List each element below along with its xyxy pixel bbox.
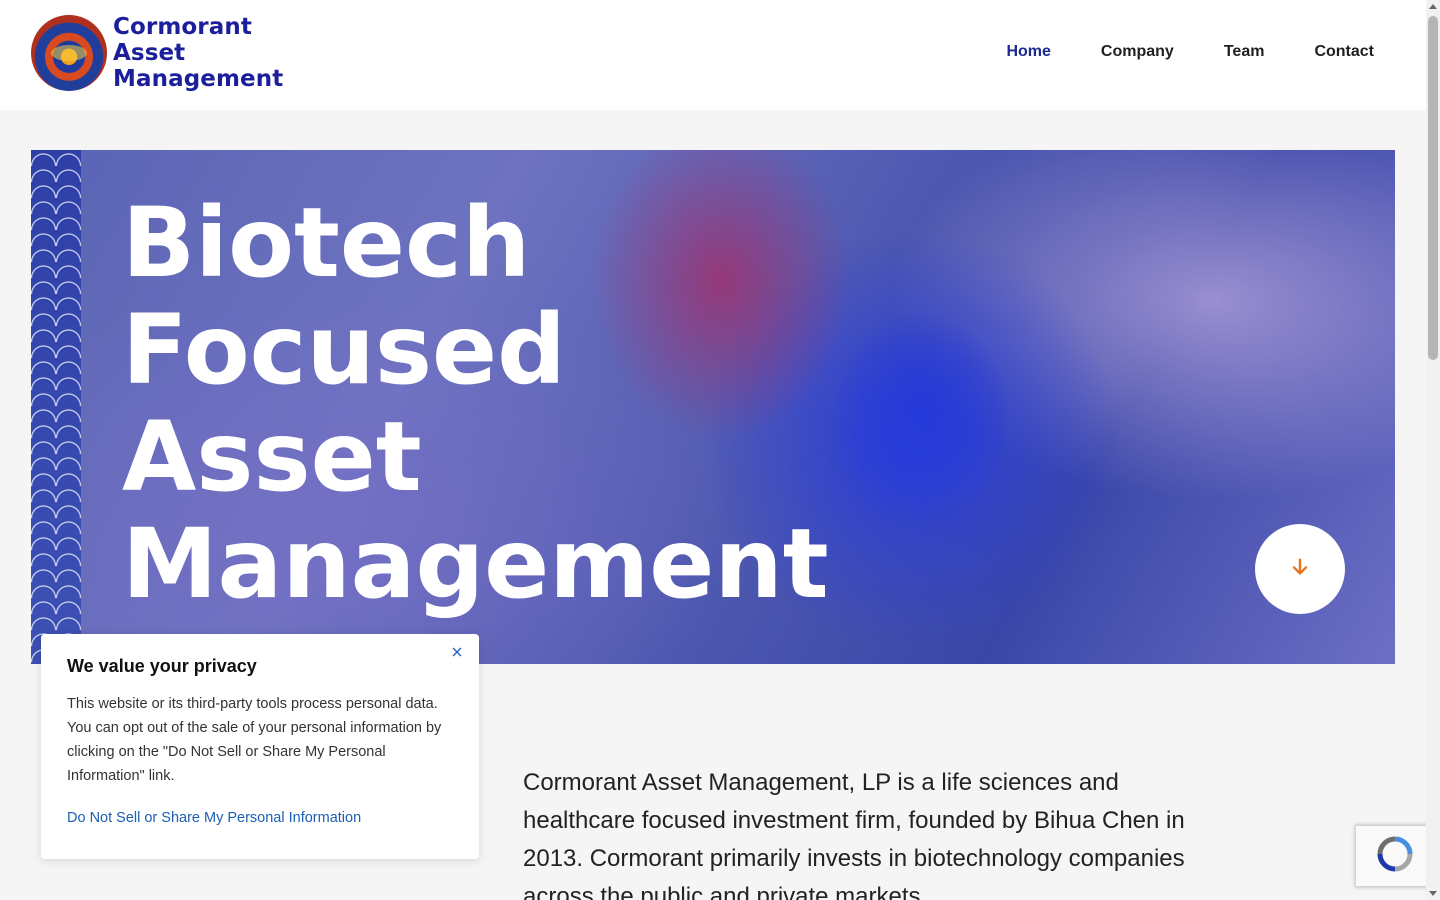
main-nav: Home Company Team Contact bbox=[1006, 43, 1374, 61]
arrow-down-icon bbox=[1289, 556, 1311, 582]
page-scrollbar[interactable] bbox=[1426, 0, 1440, 900]
do-not-sell-link[interactable]: Do Not Sell or Share My Personal Informa… bbox=[67, 810, 361, 826]
privacy-title: We value your privacy bbox=[67, 656, 257, 676]
intro-paragraph: Cormorant Asset Management, LP is a life… bbox=[523, 769, 1185, 900]
hero-title: Biotech Focused Asset Management bbox=[122, 190, 829, 618]
nav-item-company[interactable]: Company bbox=[1101, 43, 1174, 61]
nav-item-home[interactable]: Home bbox=[1006, 43, 1050, 61]
recaptcha-badge[interactable] bbox=[1355, 825, 1435, 887]
close-icon[interactable] bbox=[449, 644, 465, 660]
brand-line-1: Cormorant bbox=[113, 14, 252, 40]
hero-title-line-4: Management bbox=[122, 508, 829, 620]
nav-item-team[interactable]: Team bbox=[1224, 43, 1265, 61]
hero-banner: Biotech Focused Asset Management bbox=[31, 150, 1395, 664]
privacy-body: This website or its third-party tools pr… bbox=[67, 696, 442, 784]
privacy-popup: We value your privacy This website or it… bbox=[41, 634, 479, 859]
brand-line-2: Asset bbox=[113, 40, 186, 66]
hero-title-line-2: Focused bbox=[122, 294, 566, 406]
brand-name[interactable]: Cormorant Asset Management bbox=[113, 14, 283, 92]
scrollbar-thumb[interactable] bbox=[1428, 16, 1438, 360]
hero-title-line-3: Asset bbox=[122, 401, 422, 513]
scroll-down-arrow-icon[interactable] bbox=[1429, 891, 1437, 896]
hero-title-line-1: Biotech bbox=[122, 187, 531, 299]
scale-pattern-strip bbox=[31, 150, 81, 664]
brand-line-3: Management bbox=[113, 66, 284, 92]
scroll-up-arrow-icon[interactable] bbox=[1429, 4, 1437, 9]
recaptcha-icon bbox=[1374, 833, 1416, 879]
site-header: Cormorant Asset Management Home Company … bbox=[0, 0, 1426, 110]
logo-emblem[interactable] bbox=[31, 15, 107, 91]
scroll-down-button[interactable] bbox=[1255, 524, 1345, 614]
nav-item-contact[interactable]: Contact bbox=[1314, 43, 1374, 61]
